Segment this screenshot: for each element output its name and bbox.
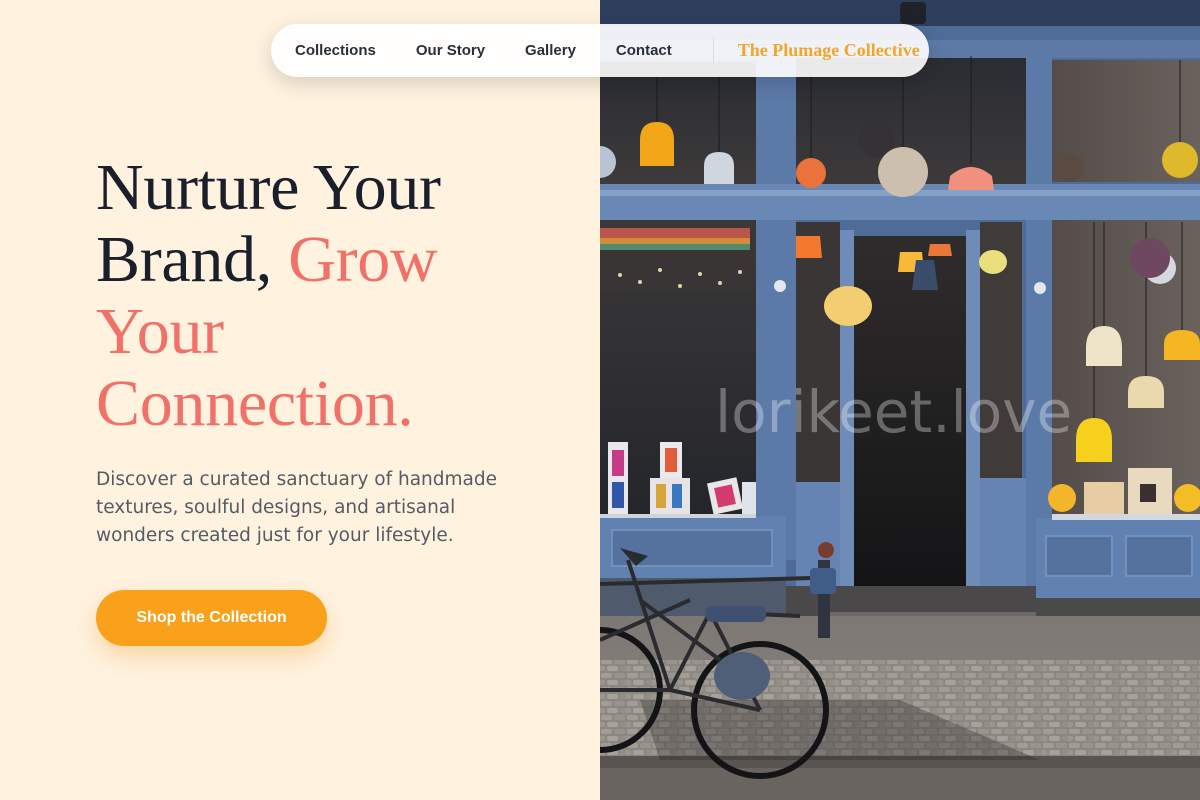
nav-divider — [712, 37, 714, 64]
hero-description-line-3: wonders created just for your lifestyle. — [96, 525, 454, 546]
nav-link-collections[interactable]: Collections — [295, 42, 376, 59]
nav-link-contact[interactable]: Contact — [616, 42, 672, 59]
hero-heading-line-1: Nurture Your — [96, 151, 441, 224]
nav-link-gallery[interactable]: Gallery — [525, 42, 576, 59]
hero-heading-accent-connection: Connection. — [96, 367, 414, 440]
hero-heading-brand-word: Brand, — [96, 223, 272, 296]
hero-description: Discover a curated sanctuary of handmade… — [96, 466, 536, 550]
hero-heading: Nurture Your Brand, Grow Your Connection… — [96, 152, 576, 440]
hero-heading-line-2: Brand, Grow — [96, 224, 576, 296]
brand-name[interactable]: The Plumage Collective — [738, 40, 920, 61]
top-navigation: Collections Our Story Gallery Contact Th… — [271, 24, 929, 77]
shop-collection-button[interactable]: Shop the Collection — [96, 590, 327, 646]
storefront-photo: lorikeet.love — [600, 0, 1200, 800]
hero-heading-accent-grow: Grow — [288, 223, 438, 296]
nav-link-our-story[interactable]: Our Story — [416, 42, 485, 59]
hero-heading-accent-your: Your — [96, 295, 224, 368]
hero-description-line-2: textures, soulful designs, and artisanal — [96, 497, 456, 518]
storefront-illustration — [600, 0, 1200, 800]
hero-description-line-1: Discover a curated sanctuary of handmade — [96, 469, 497, 490]
hero-section: Nurture Your Brand, Grow Your Connection… — [0, 0, 600, 800]
